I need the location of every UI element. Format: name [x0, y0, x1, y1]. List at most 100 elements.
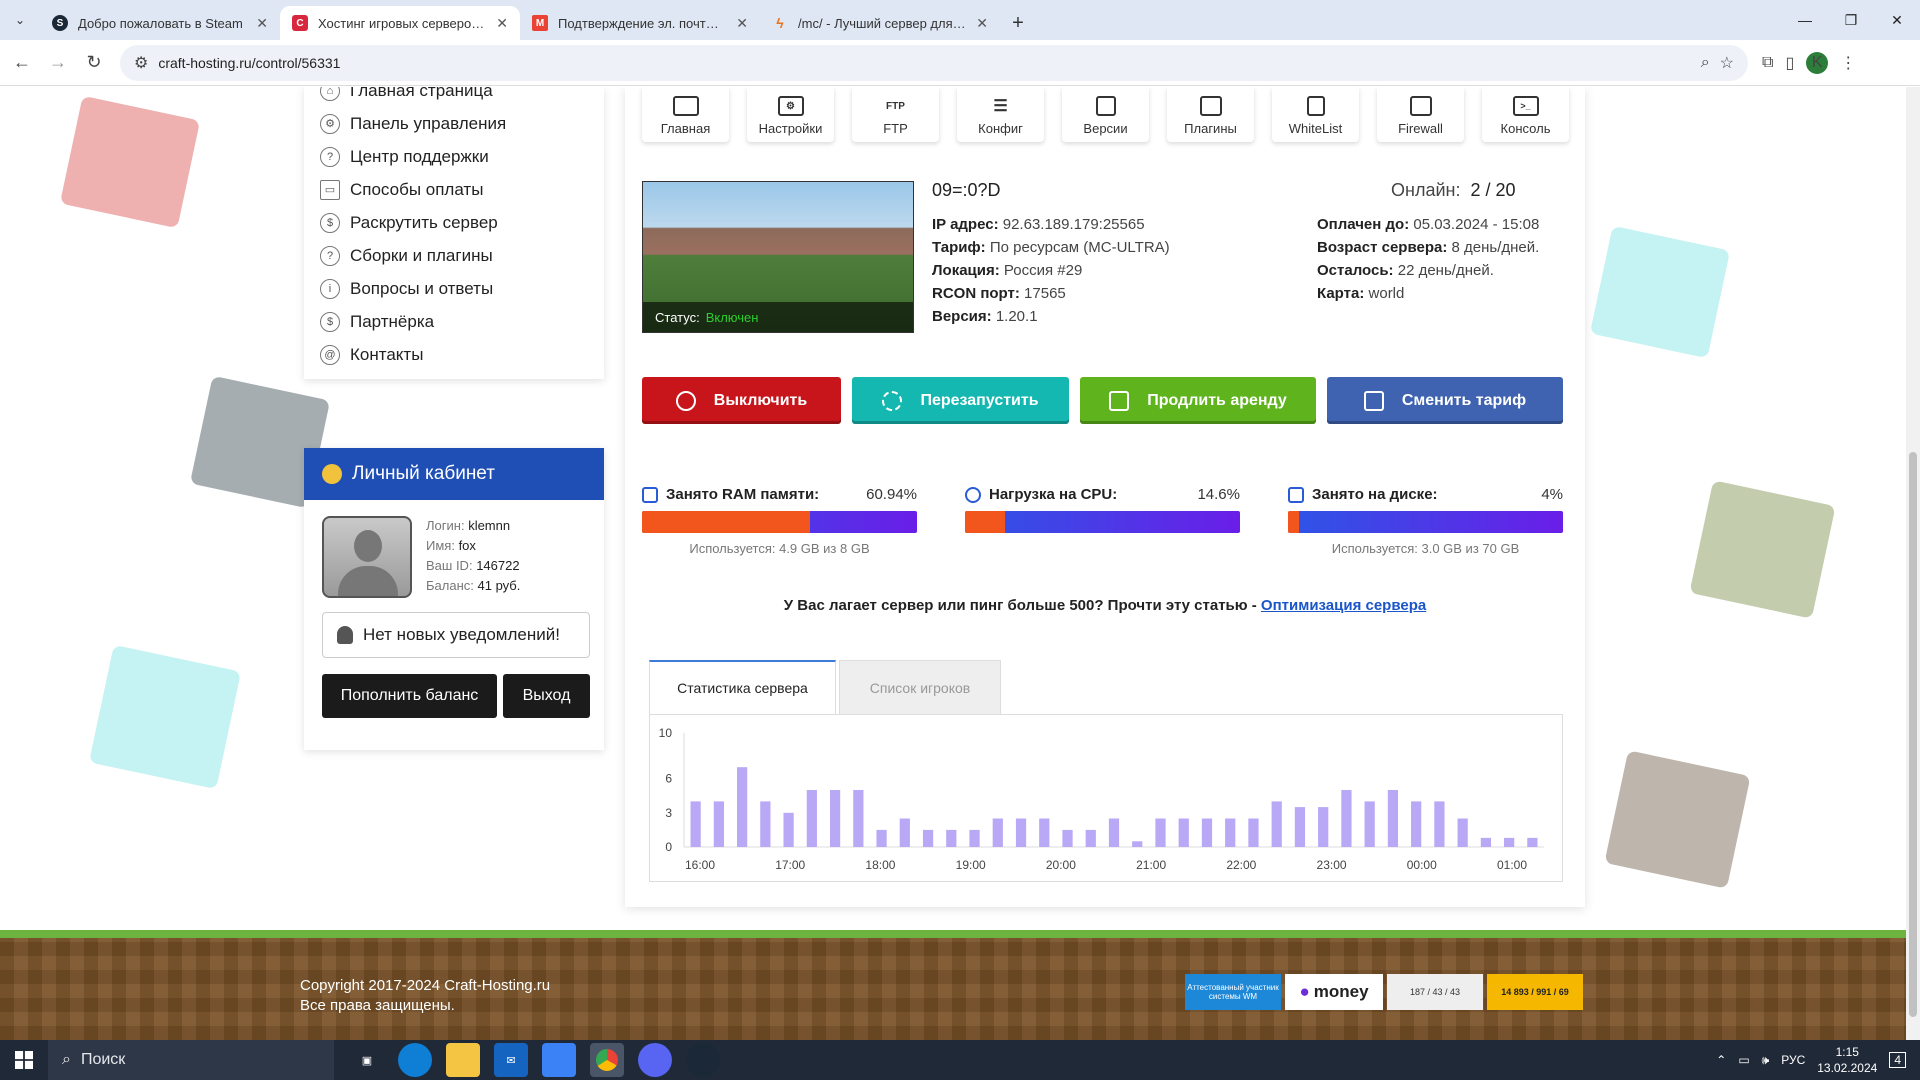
tab-server-stats[interactable]: Статистика сервера [649, 660, 836, 715]
restart-server-button[interactable]: Перезапустить [852, 377, 1069, 424]
steam-taskbar-icon[interactable] [686, 1043, 720, 1077]
language-indicator[interactable]: РУС [1781, 1053, 1805, 1067]
mail-icon[interactable]: ✉ [494, 1043, 528, 1077]
tool-label: Настройки [758, 121, 823, 136]
close-tab-icon[interactable]: ✕ [496, 15, 508, 32]
restore-button[interactable]: ❐ [1828, 0, 1874, 40]
chevron-up-icon[interactable]: ⌃ [1716, 1053, 1726, 1067]
y-tick-label: 3 [665, 806, 672, 820]
tab-player-list[interactable]: Список игроков [839, 660, 1001, 715]
minimize-button[interactable]: — [1782, 0, 1828, 40]
forward-button[interactable]: → [40, 45, 76, 81]
scrollbar-thumb[interactable] [1909, 452, 1917, 1017]
liveinternet-counter[interactable]: 187 / 43 / 43 [1387, 974, 1483, 1010]
online-label: Онлайн: [1391, 180, 1461, 200]
sidebar-item-partners[interactable]: $ Партнёрка [304, 305, 604, 338]
browser-tab-steam[interactable]: S Добро пожаловать в Steam ✕ [40, 6, 280, 40]
sidebar-item-support[interactable]: ? Центр поддержки [304, 140, 604, 173]
side-panel-icon[interactable]: ▯ [1785, 53, 1794, 73]
button-label: Перезапустить [920, 391, 1039, 409]
tool-label: WhiteList [1288, 121, 1343, 136]
file-explorer-icon[interactable] [446, 1043, 480, 1077]
tool-settings[interactable]: ⚙ Настройки [747, 87, 834, 142]
online-value: 2 / 20 [1470, 180, 1516, 200]
url-text[interactable]: craft-hosting.ru/control/56331 [158, 55, 1690, 71]
start-button[interactable] [0, 1040, 48, 1080]
tool-whitelist[interactable]: WhiteList [1272, 87, 1359, 142]
server-preview-image: Статус: Включен [642, 181, 914, 333]
extensions-icon[interactable]: ⧉ [1762, 54, 1773, 72]
clock[interactable]: 1:15 13.02.2024 [1817, 1044, 1877, 1076]
chrome-icon[interactable] [590, 1043, 624, 1077]
menu-kebab-icon[interactable]: ⋮ [1840, 53, 1856, 73]
optimization-link[interactable]: Оптимизация сервера [1261, 597, 1426, 614]
tool-ftp[interactable]: FTP FTP [852, 87, 939, 142]
browser-tab-bar: ⌄ S Добро пожаловать в Steam ✕ C Хостинг… [0, 0, 1920, 40]
plan-label: Тариф: [932, 239, 986, 256]
visit-counter[interactable]: 14 893 / 991 / 69 [1487, 974, 1583, 1010]
discord-icon[interactable] [638, 1043, 672, 1077]
browser-tab-mc[interactable]: ϟ /mc/ - Лучший сервер для mc ✕ [760, 6, 1000, 40]
sidebar-item-label: Партнёрка [350, 311, 435, 331]
browser-tab-craft-hosting[interactable]: C Хостинг игровых серверов Mi ✕ [280, 6, 520, 40]
close-tab-icon[interactable]: ✕ [976, 15, 988, 32]
sidebar-item-promote[interactable]: $ Раскрутить сервер [304, 206, 604, 239]
change-plan-button[interactable]: Сменить тариф [1327, 377, 1563, 424]
tool-firewall[interactable]: Firewall [1377, 87, 1464, 142]
chart-bar [1434, 801, 1445, 847]
tool-config[interactable]: ☰ Конфиг [957, 87, 1044, 142]
edge-icon[interactable] [398, 1043, 432, 1077]
webmoney-badge[interactable]: Аттестованный участник системы WM [1185, 974, 1281, 1010]
disk-percent: 4% [1541, 486, 1563, 503]
stop-server-button[interactable]: Выключить [642, 377, 841, 424]
id-value: 146722 [476, 558, 520, 573]
server-age-label: Возраст сервера: [1317, 239, 1448, 256]
sidebar-item-faq[interactable]: i Вопросы и ответы [304, 272, 604, 305]
sidebar-item-control-panel[interactable]: ⚙ Панель управления [304, 107, 604, 140]
sidebar-item-payment[interactable]: ▭ Способы оплаты [304, 173, 604, 206]
taskbar-search[interactable]: ⌕ Поиск [48, 1040, 334, 1080]
zoom-icon[interactable]: ⌕ [1701, 54, 1710, 72]
chart-bar [1085, 829, 1096, 847]
y-tick-label: 6 [665, 772, 672, 786]
ip-label: IP адрес: [932, 216, 999, 233]
tab-search-button[interactable]: ⌄ [0, 0, 40, 40]
tool-home[interactable]: Главная [642, 87, 729, 142]
close-window-button[interactable]: ✕ [1874, 0, 1920, 40]
page-scrollbar[interactable] [1906, 87, 1920, 1040]
store-icon[interactable] [542, 1043, 576, 1077]
extend-rent-button[interactable]: Продлить аренду [1080, 377, 1316, 424]
browser-tab-gmail[interactable]: M Подтверждение эл. почты для ✕ [520, 6, 760, 40]
tool-versions[interactable]: Версии [1062, 87, 1149, 142]
close-tab-icon[interactable]: ✕ [256, 15, 268, 32]
status-label: Статус: [655, 309, 700, 325]
server-info-left: IP адрес: 92.63.189.179:25565 Тариф: По … [932, 213, 1170, 328]
url-field[interactable]: ⚙ craft-hosting.ru/control/56331 ⌕ ☆ [120, 44, 1748, 81]
card-icon: ▭ [320, 179, 340, 200]
copyright: Copyright 2017-2024 Craft-Hosting.ru Все… [300, 976, 550, 1016]
tab-title: Хостинг игровых серверов Mi [318, 15, 487, 31]
clock-date: 13.02.2024 [1817, 1061, 1878, 1075]
logout-button[interactable]: Выход [503, 674, 590, 718]
status-value: Включен [705, 309, 759, 325]
notifications-badge[interactable]: 4 [1889, 1052, 1906, 1068]
profile-avatar[interactable]: K [1806, 51, 1829, 74]
new-tab-button[interactable]: + [1000, 6, 1036, 40]
sidebar-item-home[interactable]: ⌂ Главная страница [304, 87, 604, 107]
yoomoney-badge[interactable]: ● money [1285, 974, 1383, 1010]
sidebar-item-modpacks[interactable]: ? Сборки и плагины [304, 239, 604, 272]
tool-console[interactable]: >_ Консоль [1482, 87, 1569, 142]
sidebar-item-contacts[interactable]: @ Контакты [304, 338, 604, 371]
bookmark-star-icon[interactable]: ☆ [1720, 53, 1734, 73]
topup-balance-button[interactable]: Пополнить баланс [322, 674, 497, 718]
network-icon[interactable]: ▭ [1738, 1053, 1749, 1067]
close-tab-icon[interactable]: ✕ [736, 15, 748, 32]
tool-plugins[interactable]: Плагины [1167, 87, 1254, 142]
volume-icon[interactable]: 🕪 [1762, 1053, 1770, 1068]
site-info-icon[interactable]: ⚙ [134, 53, 148, 73]
chart-bar [806, 790, 817, 847]
back-button[interactable]: ← [4, 45, 40, 81]
notifications-box[interactable]: Нет новых уведомлений! [322, 612, 590, 658]
task-view-icon[interactable]: ▣ [350, 1043, 384, 1077]
reload-button[interactable]: ↻ [76, 45, 112, 81]
